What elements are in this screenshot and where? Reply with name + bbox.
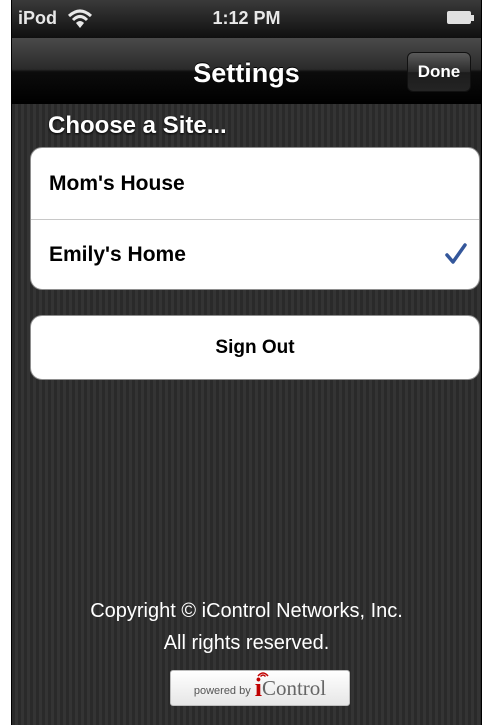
powered-by-icontrol-logo: powered by i Control [170, 670, 350, 706]
brand-name: Control [261, 675, 327, 700]
site-item-emilys-home[interactable]: Emily's Home [31, 219, 479, 289]
site-item-label: Emily's Home [49, 243, 186, 266]
status-bar: iPod 1:12 PM [12, 0, 481, 38]
site-list: Mom's House Emily's Home [30, 147, 480, 290]
copyright-notice: Copyright © iControl Networks, Inc. All … [12, 595, 481, 659]
battery-icon [447, 11, 474, 24]
checkmark-icon [445, 243, 467, 264]
site-item-label: Mom's House [49, 171, 185, 195]
navigation-bar: Settings Done [12, 38, 481, 104]
brand-i: i [255, 672, 269, 703]
status-time: 1:12 PM [212, 8, 281, 28]
site-item-moms-house[interactable]: Mom's House [31, 148, 479, 219]
signal-wave-icon [257, 672, 269, 677]
app-screen: iPod 1:12 PM Settings Done Choose a Site… [11, 0, 482, 725]
copyright-line: Copyright © iControl Networks, Inc. [90, 600, 403, 622]
choose-site-header: Choose a Site... [48, 112, 227, 139]
powered-by-label: powered by [193, 685, 251, 697]
sign-out-button[interactable]: Sign Out [30, 315, 480, 380]
done-button[interactable]: Done [407, 52, 471, 92]
rights-line: All rights reserved. [163, 632, 330, 654]
